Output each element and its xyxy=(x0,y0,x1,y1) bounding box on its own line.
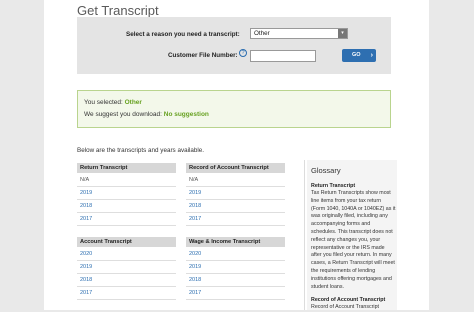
glossary-title: Glossary xyxy=(311,166,341,175)
chevron-down-icon: ▾ xyxy=(338,29,347,38)
reason-select[interactable]: Other ▾ xyxy=(250,28,348,39)
glossary-term: Record of Account Transcript xyxy=(311,297,386,303)
wage-income-header: Wage & Income Transcript xyxy=(186,237,285,247)
available-transcripts-intro: Below are the transcripts and years avai… xyxy=(77,147,205,154)
list-item[interactable]: 2017 xyxy=(77,213,176,226)
list-item[interactable]: 2018 xyxy=(186,274,285,287)
list-item[interactable]: 2018 xyxy=(77,274,176,287)
suggest-line: We suggest you download: No suggestion xyxy=(84,111,209,118)
list-item[interactable]: 2018 xyxy=(186,200,285,213)
list-item[interactable]: 2019 xyxy=(186,261,285,274)
reason-select-value: Other xyxy=(254,30,270,37)
glossary-term: Return Transcript xyxy=(311,183,356,189)
list-item[interactable]: 2017 xyxy=(186,213,285,226)
list-item: N/A xyxy=(77,174,176,187)
selected-value: Other xyxy=(124,99,142,106)
go-button[interactable]: GO › xyxy=(342,49,376,62)
list-item[interactable]: 2017 xyxy=(186,287,285,300)
reason-form xyxy=(77,17,391,74)
list-item[interactable]: 2018 xyxy=(77,200,176,213)
page-title: Get Transcript xyxy=(77,3,159,18)
chevron-right-icon: › xyxy=(370,52,373,59)
list-item[interactable]: 2019 xyxy=(77,261,176,274)
record-of-account-header: Record of Account Transcript xyxy=(186,163,285,173)
reason-label: Select a reason you need a transcript: xyxy=(126,31,240,38)
suggest-prefix: We suggest you download: xyxy=(84,111,162,118)
glossary-divider xyxy=(304,160,305,310)
file-number-label: Customer File Number: xyxy=(168,52,238,59)
list-item: N/A xyxy=(186,174,285,187)
list-item[interactable]: 2020 xyxy=(77,248,176,261)
glossary-definition: Tax Return Transcripts show most line it… xyxy=(311,190,396,290)
list-item[interactable]: 2019 xyxy=(186,187,285,200)
suggest-value: No suggestion xyxy=(163,111,209,118)
selected-line: You selected: Other xyxy=(84,99,142,106)
selected-prefix: You selected: xyxy=(84,99,123,106)
help-icon[interactable]: ? xyxy=(239,49,247,57)
account-transcript-header: Account Transcript xyxy=(77,237,176,247)
glossary-definition: Record of Account Transcript xyxy=(311,304,380,310)
go-button-label: GO xyxy=(352,52,361,58)
list-item[interactable]: 2020 xyxy=(186,248,285,261)
suggestion-box: You selected: Other We suggest you downl… xyxy=(77,90,391,128)
list-item[interactable]: 2017 xyxy=(77,287,176,300)
list-item[interactable]: 2019 xyxy=(77,187,176,200)
return-transcript-header: Return Transcript xyxy=(77,163,176,173)
file-number-input[interactable] xyxy=(250,50,316,62)
